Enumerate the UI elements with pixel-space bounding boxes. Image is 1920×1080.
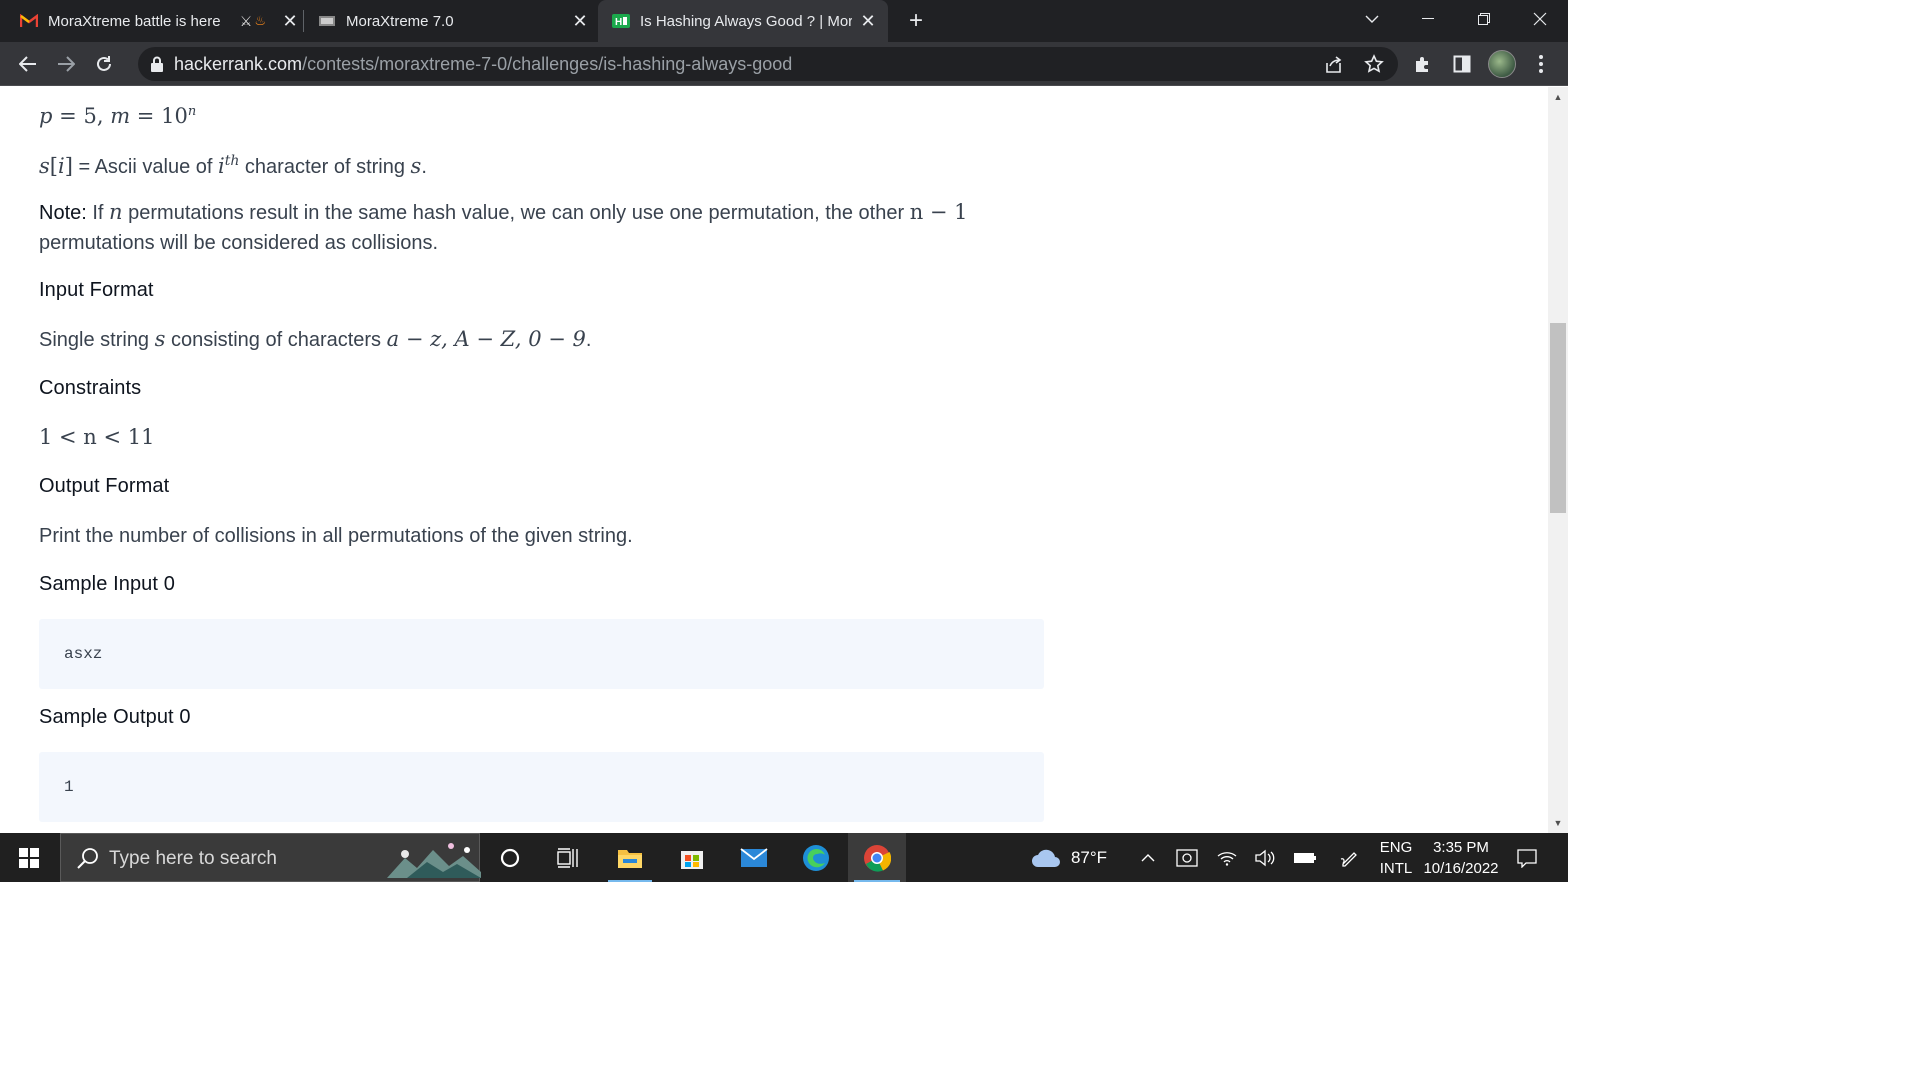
svg-text:H: H: [615, 17, 622, 28]
volume-icon[interactable]: [1252, 833, 1278, 882]
share-icon[interactable]: [1324, 54, 1344, 74]
search-highlight-illustration-icon: [387, 843, 481, 878]
system-clock[interactable]: 3:35 PM 10/16/2022: [1416, 837, 1506, 879]
more-menu-icon[interactable]: [1530, 53, 1552, 75]
windows-start-icon[interactable]: [0, 833, 58, 882]
restore-icon[interactable]: [1458, 0, 1510, 38]
microsoft-store-icon[interactable]: [664, 833, 720, 882]
browser-tab-strip: MoraXtreme battle is here ⚔ ♨ ✕ MoraXtre…: [0, 0, 1568, 42]
tab-title: MoraXtreme 7.0: [346, 12, 454, 30]
tab-separator: [303, 10, 304, 32]
minimize-icon[interactable]: [1402, 0, 1454, 38]
clock-date: 10/16/2022: [1423, 860, 1499, 877]
active-indicator: [608, 880, 652, 882]
reload-icon[interactable]: [90, 50, 118, 78]
scroll-down-arrow-icon[interactable]: ▼: [1548, 813, 1568, 833]
clock-time: 3:35 PM: [1433, 839, 1489, 856]
lock-icon: [151, 56, 163, 72]
sample-output-code: 1: [64, 778, 74, 796]
weather-temperature[interactable]: 87°F: [1066, 833, 1112, 882]
input-format-heading: Input Format: [39, 279, 154, 301]
mail-icon[interactable]: [726, 833, 782, 882]
lang-top: ENG: [1379, 839, 1413, 856]
tab-title: MoraXtreme battle is here: [48, 12, 221, 30]
tab-is-hashing-always-good[interactable]: H Is Hashing Always Good ? | Mora ✕: [598, 0, 888, 42]
note-label: Note:: [39, 202, 87, 224]
windows-taskbar: Type here to search 87°F ENG INTL 3:35 P…: [0, 833, 1568, 882]
gmail-icon: [20, 13, 38, 29]
show-hidden-icons-chevron-icon[interactable]: [1136, 833, 1160, 882]
bookmark-star-icon[interactable]: [1364, 54, 1384, 74]
hackerrank-icon: H: [612, 13, 630, 29]
back-arrow-icon[interactable]: [14, 50, 42, 78]
url-path: /contests/moraxtreme-7-0/challenges/is-h…: [302, 54, 793, 74]
close-tab-icon[interactable]: ✕: [280, 11, 300, 31]
weather-cloud-icon[interactable]: [1028, 833, 1064, 882]
ascii-definition: s[i] = Ascii value of ith character of s…: [39, 153, 427, 178]
problem-statement: p = 5, m = 10n s[i] = Ascii value of ith…: [0, 87, 1548, 833]
constraints-heading: Constraints: [39, 377, 142, 399]
close-tab-icon[interactable]: ✕: [858, 11, 878, 31]
new-tab-button[interactable]: +: [904, 7, 928, 34]
pen-ink-icon[interactable]: [1336, 833, 1362, 882]
side-panel-icon[interactable]: [1451, 53, 1473, 75]
extensions-puzzle-icon[interactable]: [1412, 53, 1434, 75]
taskbar-search-box[interactable]: Type here to search: [60, 833, 481, 882]
fire-icon: ♨: [254, 13, 266, 28]
wifi-icon[interactable]: [1214, 833, 1240, 882]
constraints-expression: 1 < n < 11: [39, 425, 155, 449]
input-format-text: Single string s consisting of characters…: [39, 327, 592, 351]
forward-arrow-icon[interactable]: [52, 50, 80, 78]
profile-avatar[interactable]: [1488, 50, 1516, 78]
tab-search-chevron-icon[interactable]: [1346, 0, 1398, 38]
search-placeholder: Type here to search: [109, 848, 277, 869]
scroll-up-arrow-icon[interactable]: ▲: [1548, 87, 1568, 107]
tab-title: Is Hashing Always Good ? | Mora: [640, 12, 852, 30]
crossed-swords-icon: ⚔: [239, 12, 253, 29]
active-indicator: [854, 880, 900, 882]
screen-capture-icon[interactable]: [1174, 833, 1200, 882]
tab-moraxtreme-7[interactable]: MoraXtreme 7.0 ✕: [318, 0, 590, 42]
lang-bottom: INTL: [1379, 860, 1413, 877]
close-tab-icon[interactable]: ✕: [570, 11, 590, 31]
site-icon: [318, 13, 336, 29]
task-view-icon[interactable]: [540, 833, 596, 882]
output-format-heading: Output Format: [39, 475, 170, 497]
cortana-icon[interactable]: [482, 833, 538, 882]
sample-input-code: asxz: [64, 645, 103, 663]
file-explorer-icon[interactable]: [602, 833, 658, 882]
sample-output-code-block[interactable]: 1: [39, 752, 1044, 822]
notification-center-icon[interactable]: [1512, 833, 1542, 882]
hash-params-formula: p = 5, m = 10n: [39, 104, 197, 128]
edge-browser-icon[interactable]: [788, 833, 844, 882]
url-text: hackerrank.com/contests/moraxtreme-7-0/c…: [174, 54, 792, 75]
tab-moraxtreme-battle[interactable]: MoraXtreme battle is here ⚔ ♨ ✕: [20, 0, 300, 42]
battery-icon[interactable]: [1290, 833, 1320, 882]
close-window-icon[interactable]: [1514, 0, 1566, 38]
url-host: hackerrank.com: [174, 54, 303, 74]
sample-input-heading: Sample Input 0: [39, 573, 175, 595]
address-bar[interactable]: hackerrank.com/contests/moraxtreme-7-0/c…: [138, 47, 1398, 81]
search-icon: [77, 848, 98, 869]
browser-toolbar: hackerrank.com/contests/moraxtreme-7-0/c…: [0, 42, 1568, 86]
output-format-text: Print the number of collisions in all pe…: [39, 525, 633, 547]
sample-output-heading: Sample Output 0: [39, 706, 191, 728]
sample-input-code-block[interactable]: asxz: [39, 619, 1044, 689]
page-scrollbar[interactable]: ▲ ▼: [1548, 87, 1568, 833]
scrollbar-thumb[interactable]: [1550, 323, 1566, 513]
note-paragraph: Note: If n permutations result in the sa…: [39, 200, 968, 254]
chrome-icon[interactable]: [848, 833, 906, 882]
input-language-indicator[interactable]: ENG INTL: [1376, 837, 1416, 879]
